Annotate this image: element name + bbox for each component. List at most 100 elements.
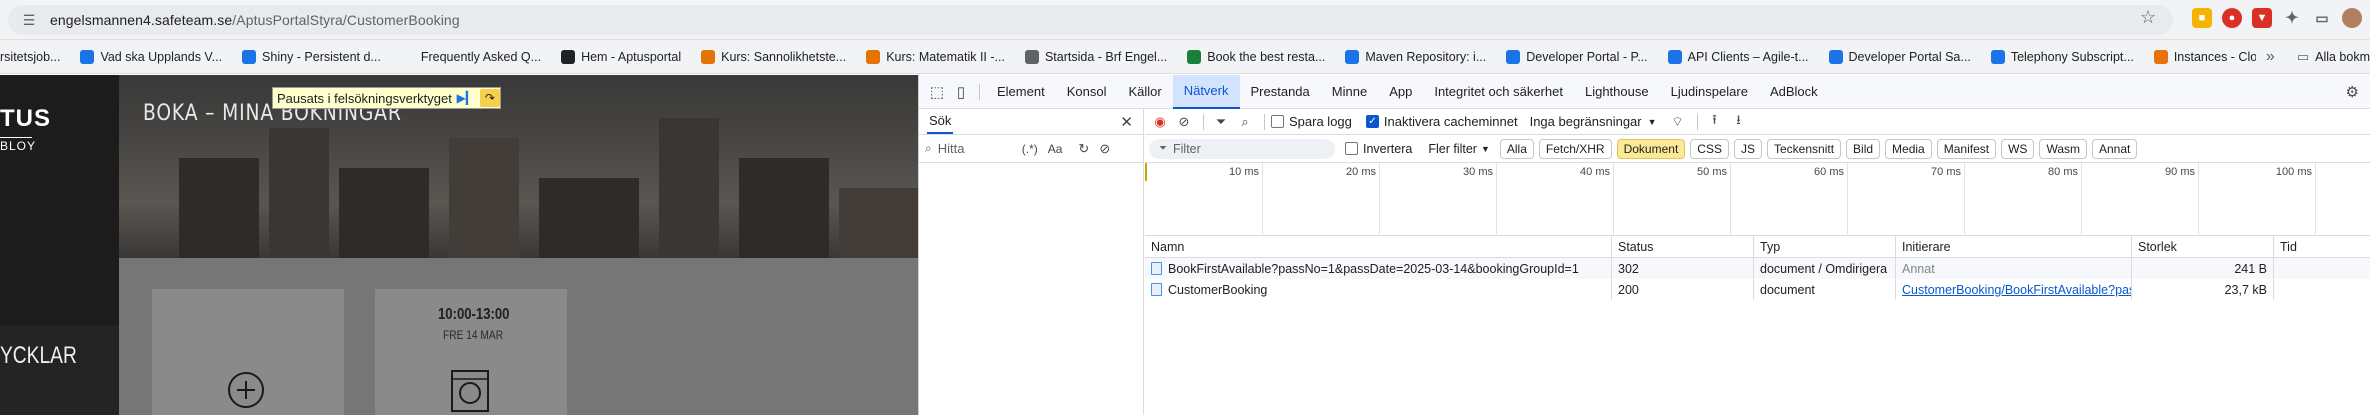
cell-text: 241 B — [2234, 261, 2267, 276]
filter-icon[interactable]: ⏷ — [1210, 111, 1232, 133]
filter-type-fetch-xhr[interactable]: Fetch/XHR — [1538, 138, 1612, 159]
bookmarks-overflow: » ▭ Alla bokm — [2255, 40, 2370, 73]
extension-icon[interactable]: ▼ — [2252, 8, 2272, 28]
extensions-puzzle-icon[interactable]: ✦ — [2282, 8, 2302, 28]
tab-app[interactable]: App — [1378, 75, 1423, 109]
step-over-icon[interactable]: ↷ — [479, 89, 500, 107]
record-icon[interactable]: ◉ — [1149, 111, 1171, 133]
adblock-extension-icon[interactable]: ● — [2222, 8, 2242, 28]
site-info-icon[interactable]: ☰ — [20, 11, 38, 29]
tab-element[interactable]: Element — [986, 75, 1056, 109]
filter-type-alla[interactable]: Alla — [1499, 138, 1534, 159]
cell-initiator[interactable]: CustomerBooking/BookFirstAvailable?passN — [1896, 279, 2132, 300]
bookmark-item[interactable]: Maven Repository: i... — [1345, 49, 1486, 64]
bookmark-star-icon[interactable]: ☆ — [2140, 7, 2156, 28]
more-bookmarks-icon[interactable]: » — [2266, 48, 2275, 66]
bookmark-item[interactable]: Hem - Aptusportal — [561, 49, 681, 64]
tab-prestanda[interactable]: Prestanda — [1240, 75, 1321, 109]
all-bookmarks-link[interactable]: Alla bokm — [2315, 50, 2370, 64]
disable-cache-checkbox[interactable]: ✓ — [1365, 115, 1379, 128]
refresh-icon[interactable]: ↻ — [1078, 141, 1089, 157]
device-toolbar-icon[interactable]: ▯ — [949, 80, 973, 104]
table-row[interactable]: CustomerBooking 200 document CustomerBookin… — [1145, 279, 2370, 300]
extension-icon[interactable]: ■ — [2192, 8, 2212, 28]
bookmark-item[interactable]: Kurs: Matematik II -... — [866, 49, 1005, 64]
bookmark-item[interactable]: Shiny - Persistent d... — [242, 49, 381, 64]
column-header-tid[interactable]: Tid — [2274, 236, 2370, 257]
invert-checkbox[interactable] — [1345, 142, 1358, 155]
timeline-tick-label: 70 ms — [1931, 166, 1961, 178]
cell-name: CustomerBooking — [1145, 279, 1612, 300]
bookmark-item[interactable]: Developer Portal - P... — [1506, 49, 1648, 64]
tab-nätverk[interactable]: Nätverk — [1172, 74, 1240, 109]
bookmark-item[interactable]: Startsida - Brf Engel... — [1024, 49, 1167, 64]
tab-minne[interactable]: Minne — [1321, 75, 1378, 109]
bookmark-item[interactable]: Frequently Asked Q... — [400, 49, 542, 64]
search-input[interactable]: Hitta — [938, 141, 1022, 156]
table-row[interactable]: BookFirstAvailable?passNo=1&passDate=202… — [1145, 258, 2370, 279]
bookmark-item[interactable]: Telephony Subscript... — [1990, 49, 2134, 64]
column-header-namn[interactable]: Namn — [1145, 236, 1612, 257]
resume-icon[interactable]: ▶▎ — [456, 89, 476, 107]
site-logo-sub: BLOY — [0, 137, 37, 153]
filter-type-js[interactable]: JS — [1733, 138, 1762, 159]
export-har-icon[interactable]: ⭳ — [1728, 111, 1750, 133]
url-text[interactable]: engelsmannen4.safeteam.se/AptusPortalSty… — [50, 12, 460, 28]
bookmark-item[interactable]: Developer Portal Sa... — [1828, 49, 1971, 64]
throttling-select[interactable]: Inga begränsningar — [1530, 114, 1642, 129]
settings-gear-icon[interactable]: ⚙ — [2346, 83, 2359, 101]
close-icon[interactable]: ✕ — [1120, 113, 1133, 131]
filter-type-dokument[interactable]: Dokument — [1616, 138, 1686, 159]
import-har-icon[interactable]: ⭱ — [1704, 111, 1726, 133]
regex-toggle[interactable]: (.*) — [1022, 142, 1038, 156]
filter-type-manifest[interactable]: Manifest — [1936, 138, 1997, 159]
clear-log-icon[interactable]: ⊘ — [1173, 111, 1195, 133]
filter-input[interactable]: ⏷ Filter — [1149, 138, 1335, 159]
filter-type-css[interactable]: CSS — [1690, 138, 1729, 159]
timeline-tick: 20 ms — [1346, 163, 1380, 236]
add-booking-card[interactable] — [152, 289, 344, 415]
sidebar-item-label[interactable]: YCKLAR — [0, 342, 77, 370]
filter-type-media[interactable]: Media — [1885, 138, 1932, 159]
tab-källor[interactable]: Källor — [1117, 75, 1172, 109]
avatar[interactable] — [2342, 8, 2362, 28]
side-panel-icon[interactable]: ▭ — [2312, 8, 2332, 28]
column-header-typ[interactable]: Typ — [1754, 236, 1896, 257]
tab-integritet-och-säkerhet[interactable]: Integritet och säkerhet — [1423, 75, 1574, 109]
cell-text: CustomerBooking — [1168, 282, 1268, 297]
address-bar[interactable]: ☰ engelsmannen4.safeteam.se/AptusPortalS… — [8, 5, 2173, 35]
column-header-storlek[interactable]: Storlek — [2132, 236, 2274, 257]
column-header-status[interactable]: Status — [1612, 236, 1754, 257]
search-tab[interactable]: Sök — [927, 109, 954, 134]
favicon-icon — [1828, 49, 1843, 64]
bookmark-item[interactable]: rsitetsjob... — [0, 50, 60, 64]
bookmark-label: Frequently Asked Q... — [420, 49, 542, 64]
filter-type-annat[interactable]: Annat — [2092, 138, 2138, 159]
preserve-log-checkbox[interactable] — [1271, 115, 1284, 128]
tab-lighthouse[interactable]: Lighthouse — [1574, 75, 1660, 109]
cell-time — [2274, 258, 2370, 279]
clear-icon[interactable]: ⊘ — [1099, 141, 1110, 157]
filter-type-wasm[interactable]: Wasm — [2039, 138, 2087, 159]
network-conditions-icon[interactable]: ⌔ — [1667, 111, 1689, 133]
bookmark-item[interactable]: Book the best resta... — [1187, 49, 1325, 64]
match-case-toggle[interactable]: Aa — [1048, 142, 1063, 156]
inspect-element-icon[interactable]: ⬚ — [925, 80, 949, 104]
cell-text: 302 — [1618, 261, 1639, 276]
tab-adblock[interactable]: AdBlock — [1759, 75, 1829, 109]
bookmark-item[interactable]: API Clients – Agile-t... — [1667, 49, 1809, 64]
column-header-initierare[interactable]: Initierare — [1896, 236, 2132, 257]
filter-type-bild[interactable]: Bild — [1846, 138, 1881, 159]
more-filters-button[interactable]: Fler filter — [1428, 142, 1477, 156]
filter-type-teckensnitt[interactable]: Teckensnitt — [1767, 138, 1842, 159]
tab-ljudinspelare[interactable]: Ljudinspelare — [1660, 75, 1759, 109]
bookmark-item[interactable]: Vad ska Upplands V... — [80, 49, 222, 64]
sidebar-item-selected[interactable] — [0, 325, 119, 415]
chevron-down-icon[interactable]: ▼ — [1481, 144, 1490, 154]
chevron-down-icon[interactable]: ▼ — [1648, 117, 1657, 127]
bookmark-item[interactable]: Kurs: Sannolikhetste... — [701, 49, 846, 64]
search-icon[interactable]: ⌕ — [1234, 111, 1256, 133]
tab-konsol[interactable]: Konsol — [1056, 75, 1118, 109]
filter-type-ws[interactable]: WS — [2001, 138, 2035, 159]
favicon-icon — [1990, 49, 2005, 64]
